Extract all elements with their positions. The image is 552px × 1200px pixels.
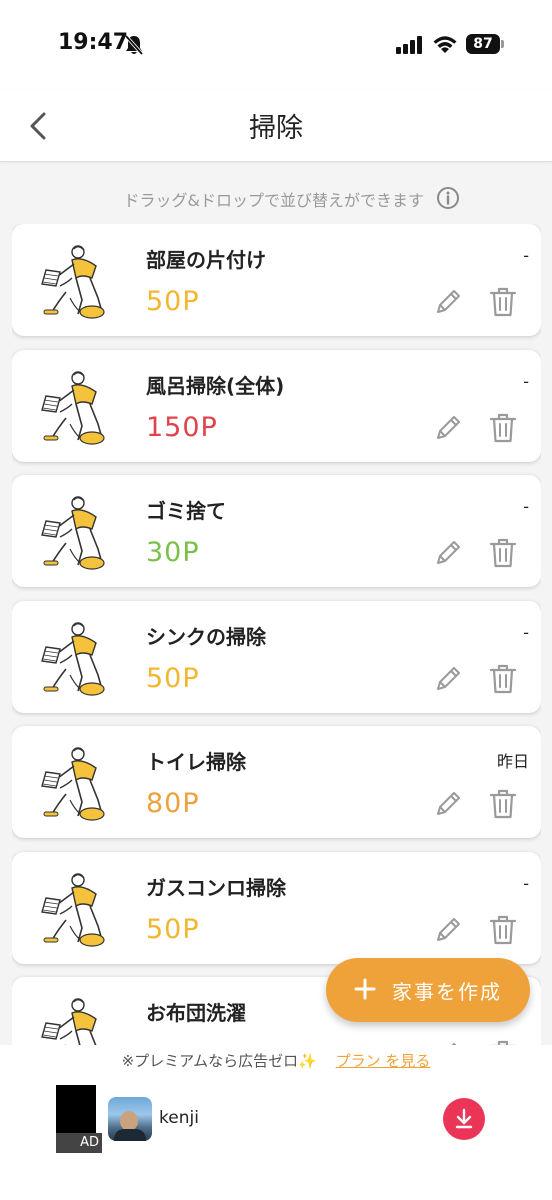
chore-points: 150P	[146, 411, 218, 443]
cleaning-illustration	[38, 493, 114, 571]
delete-button[interactable]	[488, 914, 518, 946]
status-time: 19:47	[58, 30, 129, 55]
trash-icon	[489, 915, 517, 944]
reorder-hint: ドラッグ&ドロップで並び替えができます	[0, 185, 552, 211]
pencil-icon	[437, 792, 460, 815]
reorder-hint-text: ドラッグ&ドロップで並び替えができます	[123, 191, 424, 210]
chore-card[interactable]: シンクの掃除 50P -	[12, 600, 541, 713]
delete-button[interactable]	[488, 788, 518, 820]
create-chore-label: 家事を作成	[392, 980, 502, 1004]
chore-list: 部屋の片付け 50P - 風呂掃除(全体) 150P - ゴミ捨て 30P - …	[12, 224, 541, 1046]
info-icon[interactable]	[436, 186, 460, 214]
cleaning-illustration	[38, 870, 114, 948]
plan-link[interactable]: プラン を見る	[336, 1052, 431, 1070]
trash-icon	[489, 413, 517, 442]
last-done-date: 昨日	[496, 752, 529, 771]
chore-name: お布団洗濯	[146, 1001, 246, 1025]
cleaning-illustration	[38, 619, 114, 697]
premium-text: ※プレミアムなら広告ゼロ	[121, 1052, 299, 1070]
chore-name: ガスコンロ掃除	[146, 875, 286, 900]
chore-points: 80P	[146, 788, 200, 819]
last-done-date: -	[523, 371, 529, 391]
delete-button[interactable]	[488, 412, 518, 444]
edit-button[interactable]	[432, 663, 464, 695]
pencil-icon	[437, 290, 460, 313]
trash-icon	[489, 287, 517, 317]
pencil-icon	[437, 917, 460, 941]
chore-card[interactable]: 風呂掃除(全体) 150P -	[12, 349, 541, 462]
delete-button[interactable]	[488, 537, 518, 569]
status-bar: 19:47 87	[0, 0, 552, 90]
edit-button[interactable]	[432, 412, 464, 444]
chore-card[interactable]: ガスコンロ掃除 50P -	[12, 851, 541, 964]
pencil-icon	[437, 666, 460, 690]
chore-points: 50P	[146, 913, 200, 945]
battery-level: 87	[473, 36, 493, 52]
chore-name: 風呂掃除(全体)	[146, 373, 285, 398]
last-done-date: -	[523, 622, 529, 642]
delete-button[interactable]	[488, 663, 518, 695]
pencil-icon	[437, 415, 460, 439]
cleaning-illustration	[38, 242, 114, 320]
cleaning-illustration	[38, 368, 114, 446]
download-button[interactable]	[443, 1098, 485, 1140]
trash-icon	[489, 664, 517, 693]
edit-button[interactable]	[432, 914, 464, 946]
page-title: 掃除	[249, 113, 303, 144]
nav-bar: 掃除	[0, 90, 552, 162]
last-done-date: -	[523, 873, 529, 893]
trash-icon	[489, 538, 517, 568]
wifi-icon	[432, 34, 458, 58]
chore-points: 50P	[146, 662, 200, 694]
ad-user-name[interactable]: kenji	[159, 1108, 199, 1128]
premium-row: ※プレミアムなら広告ゼロ✨ プラン を見る	[0, 1050, 552, 1071]
chore-card[interactable]: 部屋の片付け 50P -	[12, 224, 541, 336]
download-icon	[455, 1108, 473, 1129]
bell-off-icon	[124, 34, 144, 60]
battery-icon: 87	[466, 34, 506, 54]
chore-name: 部屋の片付け	[146, 248, 266, 272]
last-done-date: -	[523, 497, 529, 516]
chore-points: 50P	[146, 286, 200, 317]
cleaning-illustration	[38, 995, 114, 1046]
last-done-date: -	[523, 246, 529, 265]
plus-icon	[352, 976, 378, 1006]
ad-area: ※プレミアムなら広告ゼロ✨ プラン を見る AD kenji	[0, 1045, 552, 1200]
avatar[interactable]	[108, 1097, 152, 1141]
trash-icon	[489, 789, 517, 819]
signal-icon	[396, 36, 424, 58]
edit-button[interactable]	[432, 537, 464, 569]
chore-name: トイレ掃除	[146, 750, 246, 774]
create-chore-button[interactable]: 家事を作成	[326, 958, 530, 1022]
cleaning-illustration	[38, 744, 114, 822]
chore-name: ゴミ捨て	[146, 499, 226, 523]
chore-card[interactable]: ゴミ捨て 30P -	[12, 475, 541, 587]
sparkle-icon: ✨	[298, 1052, 317, 1070]
delete-button[interactable]	[488, 286, 518, 318]
edit-button[interactable]	[432, 788, 464, 820]
chore-points: 30P	[146, 537, 200, 568]
chore-card[interactable]: トイレ掃除 80P 昨日	[12, 726, 541, 838]
chore-name: シンクの掃除	[146, 624, 266, 649]
pencil-icon	[437, 541, 460, 564]
ad-badge: AD	[56, 1133, 102, 1153]
edit-button[interactable]	[432, 286, 464, 318]
